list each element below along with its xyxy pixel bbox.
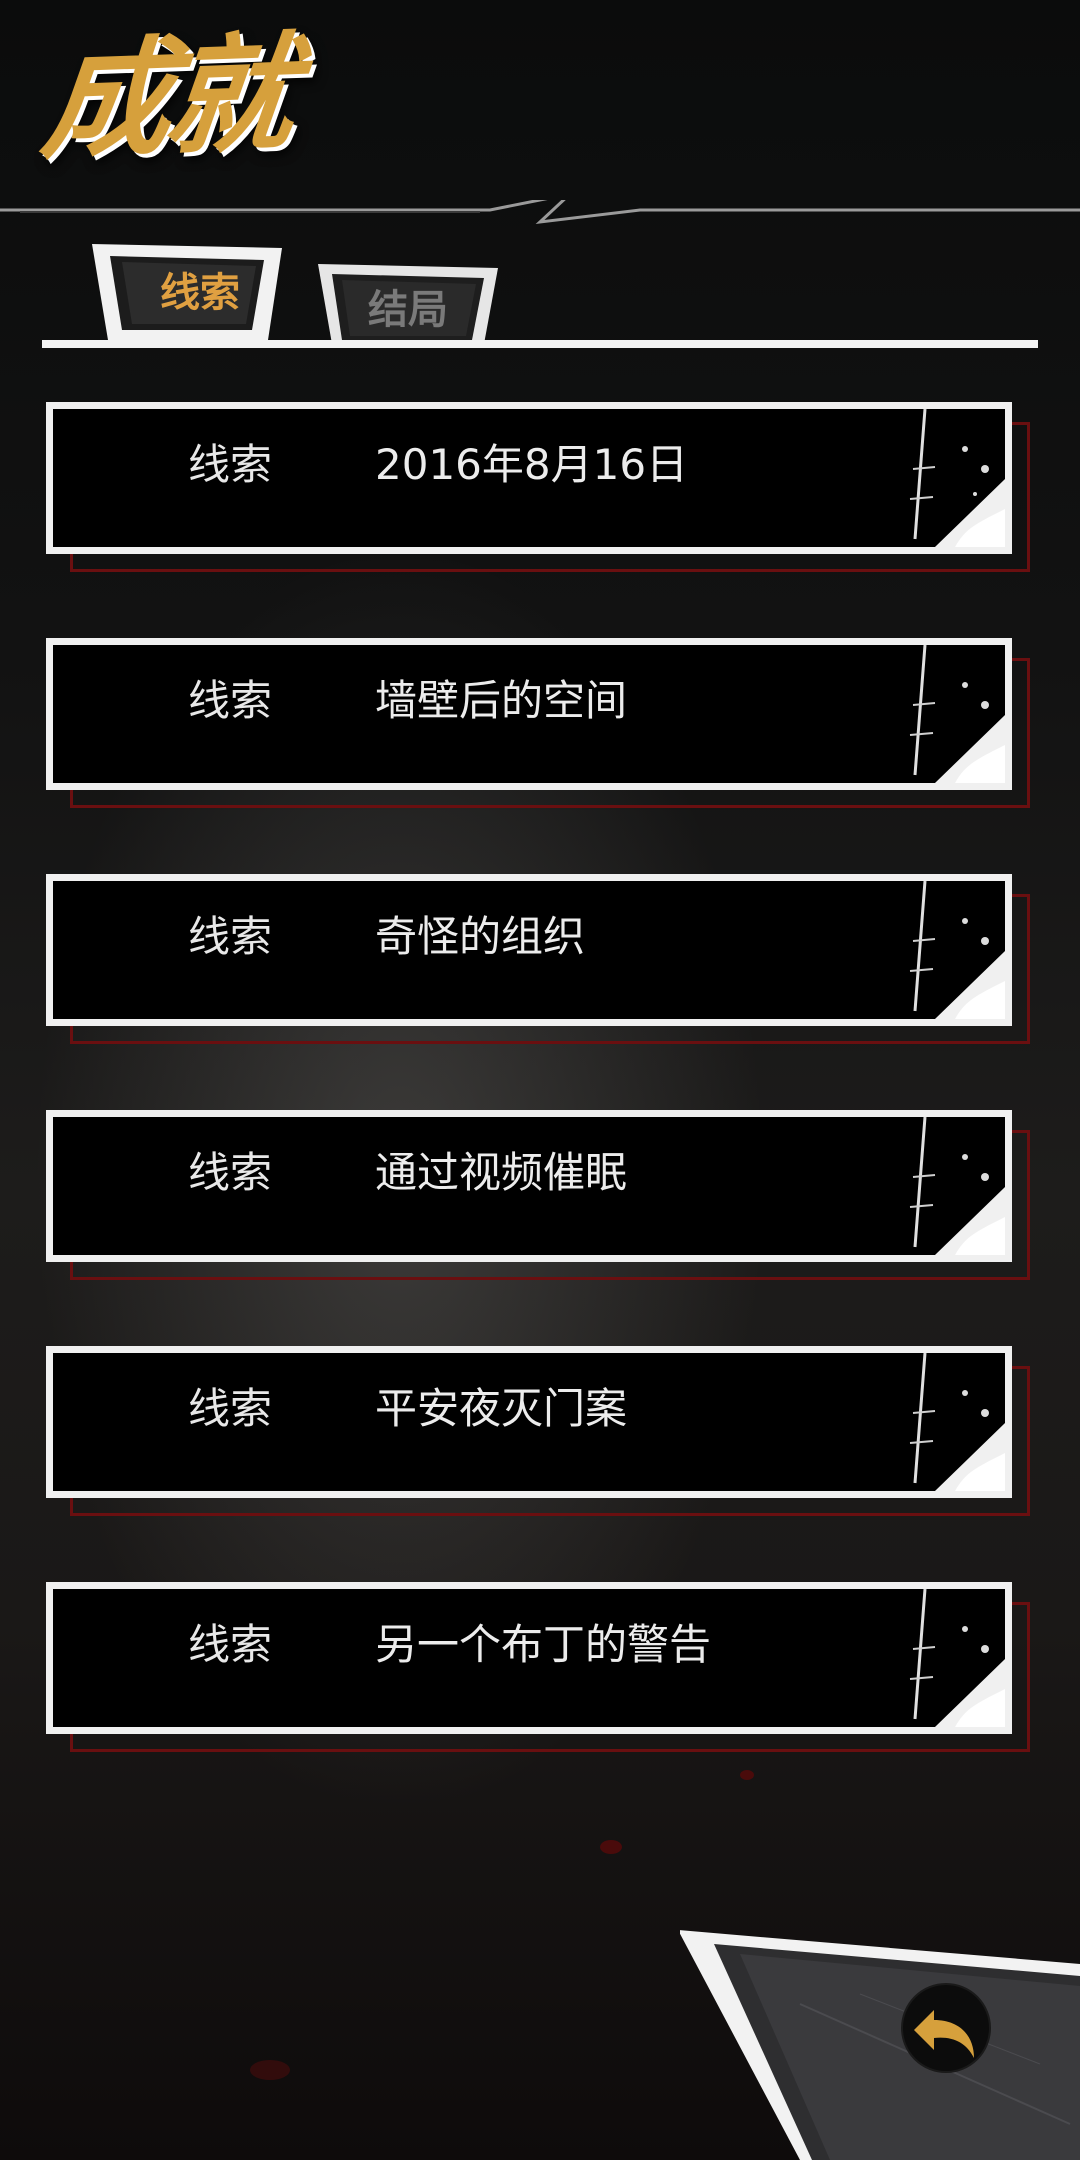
- splatter-icon: [909, 409, 1005, 547]
- item-title: 墙壁后的空间: [375, 676, 628, 725]
- list-item[interactable]: 线索 通过视频催眠: [42, 1106, 1042, 1286]
- list-item[interactable]: 线索 奇怪的组织: [42, 870, 1042, 1050]
- item-title: 2016年8月16日: [375, 440, 689, 489]
- splatter-icon: [909, 645, 1005, 783]
- item-type-label: 线索: [188, 912, 273, 961]
- page-title: 成就: [35, 19, 297, 178]
- tab-clues-label: 线索: [160, 270, 240, 316]
- item-title: 奇怪的组织: [375, 912, 586, 961]
- tab-endings[interactable]: 结局: [318, 264, 498, 344]
- list-item[interactable]: 线索 墙壁后的空间: [42, 634, 1042, 814]
- header-divider: [0, 200, 1080, 225]
- item-title: 另一个布丁的警告: [375, 1620, 712, 1669]
- item-type-label: 线索: [188, 1384, 273, 1433]
- splatter-icon: [909, 1117, 1005, 1255]
- splatter-icon: [909, 881, 1005, 1019]
- achievements-screen: 成就 线索 结局 线索 2016年8月16日 线索 墙壁后的空间 线索 奇怪的组…: [0, 0, 1080, 2160]
- item-type-label: 线索: [188, 676, 273, 725]
- splatter-icon: [909, 1589, 1005, 1727]
- item-type-label: 线索: [188, 1148, 273, 1197]
- item-title: 平安夜灭门案: [375, 1384, 628, 1433]
- item-type-label: 线索: [188, 440, 273, 489]
- back-button[interactable]: [680, 1924, 1080, 2160]
- page-title-wrap: 成就: [36, 20, 384, 194]
- list-item[interactable]: 线索 平安夜灭门案: [42, 1342, 1042, 1522]
- back-arrow-icon: [901, 1983, 991, 2073]
- tab-endings-label: 结局: [368, 287, 448, 333]
- tab-clues[interactable]: 线索: [92, 244, 322, 340]
- blood-drop: [740, 1770, 754, 1780]
- tab-bar: 线索 结局: [42, 244, 1038, 354]
- list-item[interactable]: 线索 2016年8月16日: [42, 398, 1042, 578]
- tabs-underline: [42, 340, 1038, 348]
- list-item[interactable]: 线索 另一个布丁的警告: [42, 1578, 1042, 1758]
- splatter-icon: [909, 1353, 1005, 1491]
- blood-drop: [600, 1840, 622, 1854]
- blood-drop: [250, 2060, 290, 2080]
- item-title: 通过视频催眠: [375, 1148, 628, 1197]
- back-button-frame: [680, 1930, 1080, 2160]
- item-type-label: 线索: [188, 1620, 273, 1669]
